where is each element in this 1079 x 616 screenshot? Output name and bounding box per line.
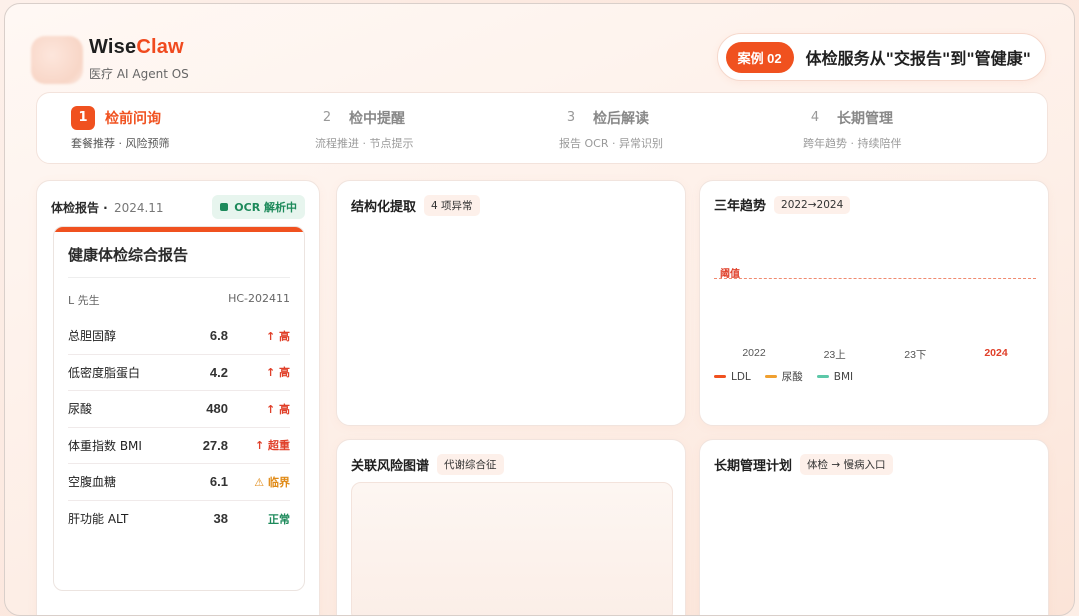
- workflow-steps: 1 检前问询 套餐推荐 · 风险预筛 2 检中提醒 流程推进 · 节点提示 3 …: [36, 92, 1048, 164]
- card-title: 长期管理计划: [714, 459, 793, 474]
- result-row: 体重指数 BMI 27.8 ↑ 超重: [68, 428, 290, 464]
- result-row: 低密度脂蛋白 4.2 ↑ 高: [68, 355, 290, 391]
- case-badge: 案例 02: [725, 41, 794, 73]
- x-tick-label: 2024: [984, 347, 1008, 359]
- case-title-pill: 案例 02 体检服务从"交报告"到"管健康": [716, 33, 1046, 81]
- result-flag: ↑ 高: [265, 329, 290, 343]
- brand-subtitle: 医疗 AI Agent OS: [89, 67, 189, 81]
- brand-name: WiseClaw: [89, 36, 189, 59]
- step-subtitle: 报告 OCR · 异常识别: [559, 136, 663, 150]
- status-dot-icon: [220, 203, 229, 211]
- report-header: 体检报告 · 2024.11: [51, 199, 164, 216]
- legend-label: LDL: [731, 370, 751, 383]
- card-title: 结构化提取: [351, 200, 417, 215]
- result-rows: 总胆固醇 6.8 ↑ 高 低密度脂蛋白 4.2 ↑ 高 尿酸 480 ↑ 高 体…: [54, 318, 304, 537]
- document-title: 健康体检综合报告: [68, 246, 189, 264]
- step-number: 1: [71, 105, 95, 130]
- step-subtitle: 流程推进 · 节点提示: [315, 136, 414, 150]
- extraction-card: 结构化提取 4 项异常: [336, 180, 686, 426]
- x-tick-label: 23下: [904, 349, 927, 361]
- step-title: 检前问询: [105, 110, 161, 127]
- result-name: 尿酸: [68, 402, 93, 417]
- result-name: 体重指数 BMI: [68, 438, 142, 453]
- result-value: 480: [206, 401, 228, 417]
- result-row: 空腹血糖 6.1 ⚠ 临界: [68, 464, 290, 501]
- x-tick-label: 23上: [823, 349, 846, 361]
- result-flag: ↑ 超重: [254, 439, 290, 453]
- card-title: 关联风险图谱: [351, 459, 430, 474]
- year-range-tag: 2022→2024: [774, 195, 851, 214]
- ocr-status-badge: OCR 解析中: [212, 195, 305, 219]
- step-during-exam[interactable]: 2 检中提醒 流程推进 · 节点提示: [315, 106, 559, 151]
- risk-graph-card: 关联风险图谱 代谢综合征: [336, 439, 686, 615]
- result-flag: ⚠ 临界: [254, 475, 290, 489]
- result-name: 低密度脂蛋白: [68, 365, 141, 380]
- card-title: 三年趋势: [714, 199, 767, 214]
- result-flag: ↑ 高: [265, 366, 290, 380]
- threshold-line: [714, 278, 1036, 279]
- anomaly-count-tag: 4 项异常: [424, 195, 480, 216]
- x-axis-ticks: 2022 23上 23下 2024: [714, 347, 1036, 361]
- brand: WiseClaw 医疗 AI Agent OS: [89, 36, 189, 82]
- step-long-term[interactable]: 4 长期管理 跨年趋势 · 持续陪伴: [803, 106, 1047, 151]
- report-document[interactable]: 健康体检综合报告 L 先生 HC-202411 总胆固醇 6.8 ↑ 高 低密度…: [53, 226, 305, 591]
- plan-tag: 体检 → 慢病入口: [800, 454, 893, 475]
- report-date: 2024.11: [113, 200, 164, 215]
- result-value: 27.8: [202, 437, 228, 453]
- legend-item: BMI: [816, 369, 854, 384]
- step-title: 检中提醒: [349, 110, 405, 127]
- legend-item: LDL: [714, 369, 751, 384]
- step-subtitle: 套餐推荐 · 风险预筛: [71, 136, 170, 150]
- x-tick-label: 2022: [742, 347, 766, 359]
- step-post-exam[interactable]: 3 检后解读 报告 OCR · 异常识别: [559, 106, 803, 151]
- report-header-label: 体检报告 ·: [51, 200, 108, 215]
- step-title: 检后解读: [593, 110, 649, 127]
- result-name: 肝功能 ALT: [68, 512, 129, 527]
- legend-label: 尿酸: [781, 371, 803, 383]
- logo-icon: [31, 36, 83, 84]
- legend-swatch: [714, 375, 726, 378]
- trend-card: 三年趋势 2022→2024 阈值 2022 23上 23下 2024 LDL 尿酸 BM…: [699, 180, 1049, 426]
- case-title: 体检服务从"交报告"到"管健康": [805, 49, 1031, 68]
- step-number: 4: [810, 110, 820, 125]
- legend-swatch: [816, 375, 829, 378]
- result-row: 总胆固醇 6.8 ↑ 高: [68, 318, 290, 355]
- app-frame: WiseClaw 医疗 AI Agent OS 案例 02 体检服务从"交报告"…: [4, 3, 1075, 616]
- report-id: HC-202411: [228, 292, 290, 305]
- result-flag: ↑ 高: [265, 402, 290, 416]
- result-value: 4.2: [209, 364, 228, 380]
- ocr-status-label: OCR 解析中: [234, 201, 297, 214]
- result-row: 尿酸 480 ↑ 高: [68, 391, 290, 428]
- result-value: 38: [213, 511, 228, 527]
- result-row: 肝功能 ALT 38 正常: [68, 501, 290, 538]
- step-number: 2: [322, 110, 332, 125]
- result-value: 6.1: [209, 474, 228, 490]
- step-subtitle: 跨年趋势 · 持续陪伴: [803, 136, 902, 150]
- plan-card: 长期管理计划 体检 → 慢病入口: [699, 439, 1049, 615]
- legend-swatch: [764, 375, 777, 378]
- result-name: 总胆固醇: [68, 329, 117, 344]
- step-pre-exam[interactable]: 1 检前问询 套餐推荐 · 风险预筛: [71, 105, 315, 151]
- patient-name: L 先生: [68, 294, 100, 307]
- chart-legend: LDL 尿酸 BMI: [714, 369, 867, 384]
- legend-item: 尿酸: [764, 369, 803, 384]
- report-card: 体检报告 · 2024.11 OCR 解析中 健康体检综合报告 L 先生 HC-…: [36, 180, 320, 615]
- result-name: 空腹血糖: [68, 475, 117, 490]
- legend-label: BMI: [833, 370, 854, 383]
- brand-name-claw: Claw: [136, 36, 184, 58]
- risk-graph-canvas: [351, 482, 673, 615]
- step-number: 3: [566, 110, 576, 125]
- risk-tag: 代谢综合征: [437, 454, 504, 475]
- result-value: 6.8: [209, 328, 228, 344]
- result-flag: 正常: [268, 512, 290, 526]
- brand-name-wise: Wise: [89, 36, 137, 58]
- step-title: 长期管理: [837, 110, 893, 127]
